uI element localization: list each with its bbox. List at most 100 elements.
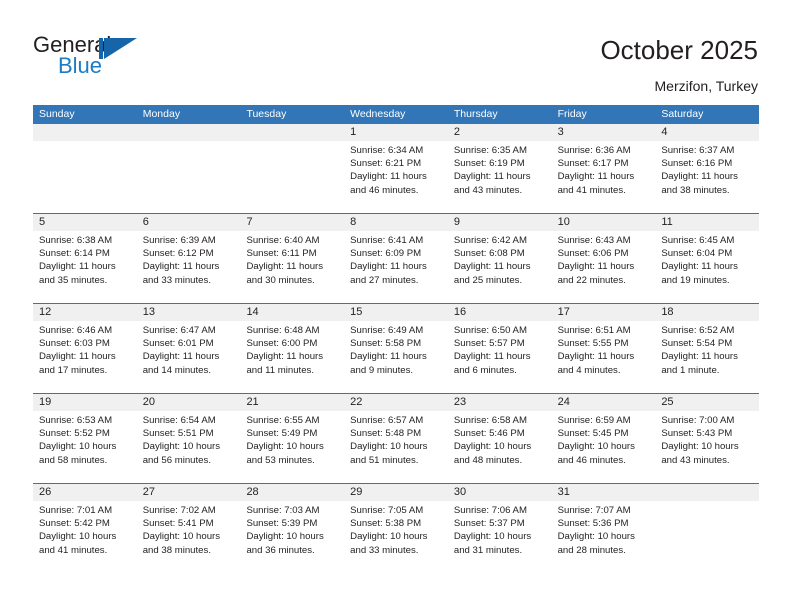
sunset-text: Sunset: 6:12 PM xyxy=(142,248,214,260)
day-cell-29[interactable]: Sunrise: 7:05 AM Sunset: 5:38 PM Daylight:… xyxy=(344,501,448,572)
day-number-4[interactable]: 4 xyxy=(655,124,759,141)
daylight-text-line1: Daylight: 11 hours xyxy=(142,351,220,363)
day-cell-26[interactable]: Sunrise: 7:01 AM Sunset: 5:42 PM Daylight:… xyxy=(33,501,137,572)
day-number-14[interactable]: 14 xyxy=(240,304,344,321)
day-cell-30[interactable]: Sunrise: 7:06 AM Sunset: 5:37 PM Daylight:… xyxy=(448,501,552,572)
weekday-header-sunday: Sunday xyxy=(39,108,75,120)
day-cell-9[interactable]: Sunrise: 6:42 AM Sunset: 6:08 PM Daylight:… xyxy=(448,231,552,302)
day-number-26[interactable]: 26 xyxy=(33,484,137,501)
day-number-22[interactable]: 22 xyxy=(344,394,448,411)
daylight-text-line2: and 35 minutes. xyxy=(39,274,108,286)
sunrise-text: Sunrise: 7:03 AM xyxy=(246,505,320,516)
daylight-text-line1: Daylight: 10 hours xyxy=(350,531,428,543)
day-number-15[interactable]: 15 xyxy=(344,304,448,321)
week-inner: 19 20 21 22 23 24 25 Sunrise: 6:53 AM Sunset: 5:… xyxy=(33,394,759,483)
sunset-text: Sunset: 6:06 PM xyxy=(557,248,629,260)
day-number-10[interactable]: 10 xyxy=(552,214,656,231)
day-cell-10[interactable]: Sunrise: 6:43 AM Sunset: 6:06 PM Daylight:… xyxy=(552,231,656,302)
day-cell-5[interactable]: Sunrise: 6:38 AM Sunset: 6:14 PM Daylight:… xyxy=(33,231,137,302)
calendar-week-row: 26 27 28 29 30 31 Sunrise: 7:01 AM Sunset: 5:42… xyxy=(33,483,759,573)
day-number-13[interactable]: 13 xyxy=(137,304,241,321)
day-number-11[interactable]: 11 xyxy=(655,214,759,231)
daylight-text-line2: and 43 minutes. xyxy=(661,454,730,466)
day-number-17[interactable]: 17 xyxy=(552,304,656,321)
day-cell-20[interactable]: Sunrise: 6:54 AM Sunset: 5:51 PM Daylight:… xyxy=(137,411,241,482)
day-number-16[interactable]: 16 xyxy=(448,304,552,321)
day-number-7[interactable]: 7 xyxy=(240,214,344,231)
day-number-30[interactable]: 30 xyxy=(448,484,552,501)
day-number-band: 5 6 7 8 9 10 11 xyxy=(33,214,759,231)
sunset-text: Sunset: 6:09 PM xyxy=(350,248,422,260)
day-number-3[interactable]: 3 xyxy=(552,124,656,141)
day-number-31[interactable]: 31 xyxy=(552,484,656,501)
daylight-text-line2: and 28 minutes. xyxy=(557,544,626,556)
day-cell-3[interactable]: Sunrise: 6:36 AM Sunset: 6:17 PM Daylight:… xyxy=(552,141,656,212)
day-cell-28[interactable]: Sunrise: 7:03 AM Sunset: 5:39 PM Daylight:… xyxy=(240,501,344,572)
daylight-text-line2: and 41 minutes. xyxy=(39,544,108,556)
day-number-21[interactable]: 21 xyxy=(240,394,344,411)
day-cell-16[interactable]: Sunrise: 6:50 AM Sunset: 5:57 PM Daylight:… xyxy=(448,321,552,392)
daylight-text-line1: Daylight: 10 hours xyxy=(557,441,635,453)
day-number-6[interactable]: 6 xyxy=(137,214,241,231)
day-cell-4[interactable]: Sunrise: 6:37 AM Sunset: 6:16 PM Daylight:… xyxy=(655,141,759,212)
day-number-25[interactable]: 25 xyxy=(655,394,759,411)
day-number-5[interactable]: 5 xyxy=(33,214,137,231)
day-cell-15[interactable]: Sunrise: 6:49 AM Sunset: 5:58 PM Daylight:… xyxy=(344,321,448,392)
day-cell-6[interactable]: Sunrise: 6:39 AM Sunset: 6:12 PM Daylight:… xyxy=(137,231,241,302)
sunrise-text: Sunrise: 6:43 AM xyxy=(557,235,631,246)
daylight-text-line2: and 43 minutes. xyxy=(453,184,523,196)
day-cell-7[interactable]: Sunrise: 6:40 AM Sunset: 6:11 PM Daylight:… xyxy=(240,231,344,302)
day-cell-23[interactable]: Sunrise: 6:58 AM Sunset: 5:46 PM Daylight:… xyxy=(448,411,552,482)
day-number-2[interactable]: 2 xyxy=(448,124,552,141)
day-cell-2[interactable]: Sunrise: 6:35 AM Sunset: 6:19 PM Daylight:… xyxy=(448,141,552,212)
day-number-23[interactable]: 23 xyxy=(448,394,552,411)
day-number-24[interactable]: 24 xyxy=(552,394,656,411)
day-number-27[interactable]: 27 xyxy=(137,484,241,501)
sunset-text: Sunset: 5:55 PM xyxy=(557,338,629,350)
daylight-text-line2: and 31 minutes. xyxy=(453,544,523,556)
daylight-text-line2: and 51 minutes. xyxy=(350,454,419,466)
day-number-19[interactable]: 19 xyxy=(33,394,137,411)
sunset-text: Sunset: 6:19 PM xyxy=(453,158,525,170)
day-number-20[interactable]: 20 xyxy=(137,394,241,411)
day-number-29[interactable]: 29 xyxy=(344,484,448,501)
day-number-empty xyxy=(655,484,759,501)
sunrise-text: Sunrise: 7:05 AM xyxy=(350,505,424,516)
day-cell-31[interactable]: Sunrise: 7:07 AM Sunset: 5:36 PM Daylight:… xyxy=(552,501,656,572)
daylight-text-line2: and 9 minutes. xyxy=(350,364,414,376)
daylight-text-line1: Daylight: 10 hours xyxy=(142,531,221,543)
sunrise-text: Sunrise: 6:48 AM xyxy=(246,325,320,336)
brand-logo[interactable]: General Blue xyxy=(33,33,213,85)
day-cell-21[interactable]: Sunrise: 6:55 AM Sunset: 5:49 PM Daylight:… xyxy=(240,411,344,482)
day-cell-1[interactable]: Sunrise: 6:34 AM Sunset: 6:21 PM Daylight:… xyxy=(344,141,448,212)
weekday-header-thursday: Thursday xyxy=(453,108,498,120)
daylight-text-line1: Daylight: 10 hours xyxy=(453,531,532,543)
day-number-18[interactable]: 18 xyxy=(655,304,759,321)
day-number-9[interactable]: 9 xyxy=(448,214,552,231)
day-cell-17[interactable]: Sunrise: 6:51 AM Sunset: 5:55 PM Daylight:… xyxy=(552,321,656,392)
day-cell-12[interactable]: Sunrise: 6:46 AM Sunset: 6:03 PM Daylight:… xyxy=(33,321,137,392)
daylight-text-line2: and 6 minutes. xyxy=(453,364,517,376)
daylight-text-line1: Daylight: 11 hours xyxy=(453,171,531,183)
day-cell-27[interactable]: Sunrise: 7:02 AM Sunset: 5:41 PM Daylight:… xyxy=(137,501,241,572)
day-cell-8[interactable]: Sunrise: 6:41 AM Sunset: 6:09 PM Daylight:… xyxy=(344,231,448,302)
daylight-text-line1: Daylight: 10 hours xyxy=(246,531,324,543)
daylight-text-line1: Daylight: 10 hours xyxy=(350,441,428,453)
day-cell-11[interactable]: Sunrise: 6:45 AM Sunset: 6:04 PM Daylight:… xyxy=(655,231,759,302)
daylight-text-line2: and 48 minutes. xyxy=(453,454,523,466)
day-cell-18[interactable]: Sunrise: 6:52 AM Sunset: 5:54 PM Daylight:… xyxy=(655,321,759,392)
day-cell-24[interactable]: Sunrise: 6:59 AM Sunset: 5:45 PM Daylight:… xyxy=(552,411,656,482)
sunset-text: Sunset: 6:11 PM xyxy=(246,248,317,260)
day-cell-14[interactable]: Sunrise: 6:48 AM Sunset: 6:00 PM Daylight:… xyxy=(240,321,344,392)
daylight-text-line1: Daylight: 11 hours xyxy=(350,171,427,183)
day-cell-25[interactable]: Sunrise: 7:00 AM Sunset: 5:43 PM Daylight:… xyxy=(655,411,759,482)
day-cell-22[interactable]: Sunrise: 6:57 AM Sunset: 5:48 PM Daylight:… xyxy=(344,411,448,482)
day-number-12[interactable]: 12 xyxy=(33,304,137,321)
day-number-8[interactable]: 8 xyxy=(344,214,448,231)
day-cell-19[interactable]: Sunrise: 6:53 AM Sunset: 5:52 PM Daylight:… xyxy=(33,411,137,482)
day-number-28[interactable]: 28 xyxy=(240,484,344,501)
sunset-text: Sunset: 5:42 PM xyxy=(39,518,110,530)
day-number-1[interactable]: 1 xyxy=(344,124,448,141)
day-cell-13[interactable]: Sunrise: 6:47 AM Sunset: 6:01 PM Daylight:… xyxy=(137,321,241,392)
sunset-text: Sunset: 5:54 PM xyxy=(661,338,733,350)
